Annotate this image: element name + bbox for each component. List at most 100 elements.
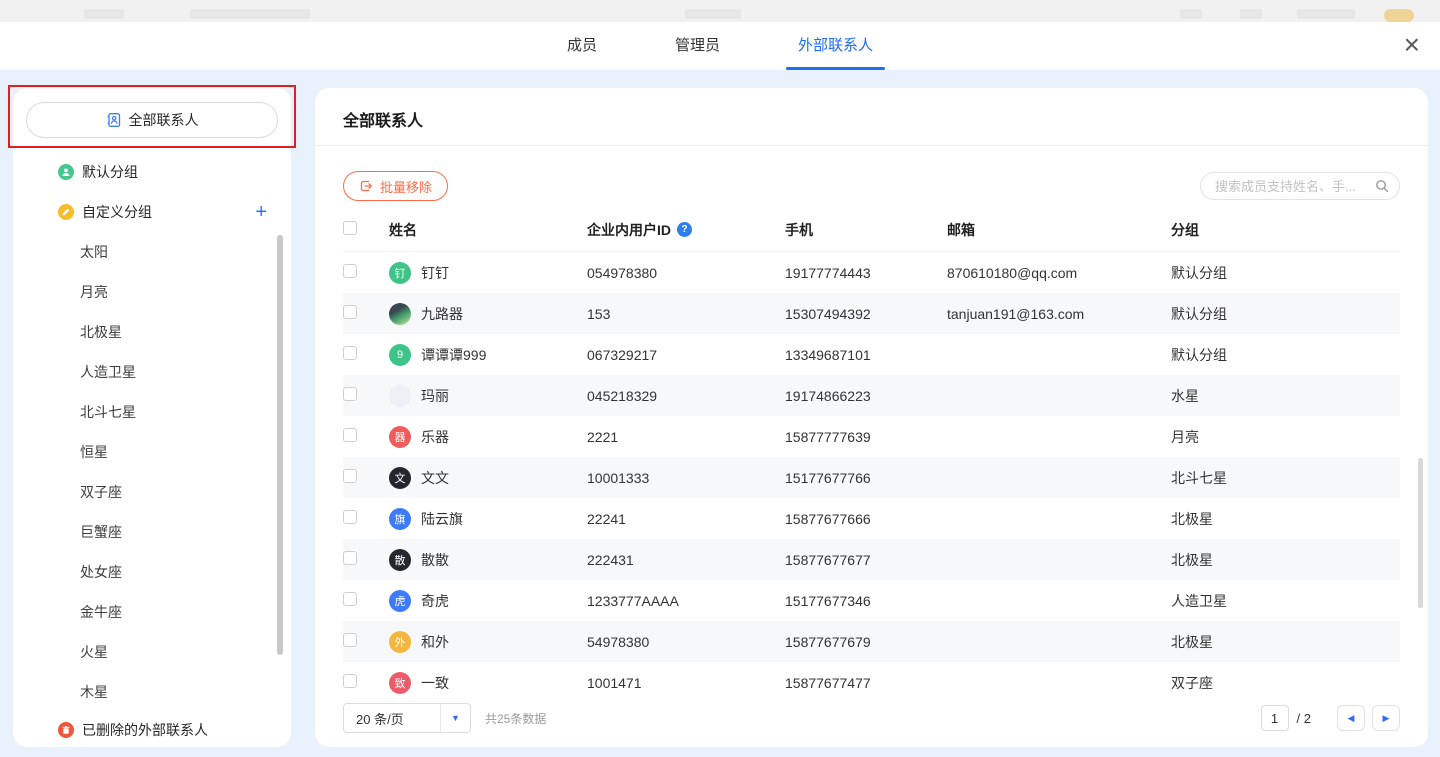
row-checkbox[interactable] [343, 510, 357, 524]
row-checkbox[interactable] [343, 674, 357, 688]
page-behind-remnant [190, 9, 310, 19]
contact-id: 222431 [587, 552, 785, 568]
close-icon[interactable]: × [1404, 30, 1420, 60]
row-checkbox[interactable] [343, 633, 357, 647]
sidebar-item-label: 已删除的外部联系人 [82, 720, 208, 740]
sidebar-group-item[interactable]: 恒星 [13, 432, 291, 472]
contact-email: 870610180@qq.com [947, 265, 1171, 281]
avatar: 9 [389, 344, 411, 366]
page-size-value: 20 条/页 [344, 709, 440, 728]
trash-icon [58, 722, 74, 738]
contact-group: 水星 [1171, 386, 1400, 406]
person-icon [58, 164, 74, 180]
next-page-button[interactable]: ▶ [1372, 705, 1400, 731]
contact-group: 北斗七星 [1171, 468, 1400, 488]
col-header-id: 企业内用户ID [587, 220, 671, 240]
contact-group: 月亮 [1171, 427, 1400, 447]
contact-phone: 19177774443 [785, 265, 947, 281]
row-checkbox[interactable] [343, 469, 357, 483]
avatar: 致 [389, 672, 411, 694]
contact-id: 2221 [587, 429, 785, 445]
contact-name: 九路器 [421, 304, 463, 324]
add-group-button[interactable]: + [255, 202, 267, 222]
contact-phone: 15877677679 [785, 634, 947, 650]
sidebar-group-item[interactable]: 北斗七星 [13, 392, 291, 432]
col-header-email: 邮箱 [947, 220, 1171, 240]
table-row: 外 和外 54978380 15877677679 北极星 [343, 621, 1400, 662]
select-all-checkbox[interactable] [343, 221, 357, 235]
contact-name: 陆云旗 [421, 509, 463, 529]
sidebar-group-item[interactable]: 月亮 [13, 272, 291, 312]
contact-phone: 15877677677 [785, 552, 947, 568]
group-list: 太阳月亮北极星人造卫星北斗七星恒星双子座巨蟹座处女座金牛座火星木星 [13, 232, 291, 712]
contact-id: 54978380 [587, 634, 785, 650]
row-checkbox[interactable] [343, 428, 357, 442]
page-behind-remnant [685, 9, 741, 19]
sidebar-group-item[interactable]: 双子座 [13, 472, 291, 512]
avatar [389, 303, 411, 325]
all-contacts-button[interactable]: 全部联系人 [26, 102, 278, 138]
contact-name: 奇虎 [421, 591, 449, 611]
contact-id: 1233777AAAA [587, 593, 785, 609]
tab-external-contacts[interactable]: 外部联系人 [798, 22, 873, 70]
total-count-label: 共25条数据 [485, 710, 546, 727]
contact-id: 1001471 [587, 675, 785, 691]
tab-admins[interactable]: 管理员 [675, 22, 720, 70]
table-row: 散 散散 222431 15877677677 北极星 [343, 539, 1400, 580]
contact-phone: 19174866223 [785, 388, 947, 404]
toolbar: 批量移除 [315, 146, 1428, 208]
col-header-phone: 手机 [785, 220, 947, 240]
help-question-icon[interactable]: ? [677, 222, 692, 237]
groups-sidebar: 全部联系人 默认分组 自定义分组 + 太阳月亮北极星人造卫星北斗七星恒星双子座巨… [13, 88, 291, 747]
table-row: 虎 奇虎 1233777AAAA 15177677346 人造卫星 [343, 580, 1400, 621]
avatar: 器 [389, 426, 411, 448]
sidebar-group-item[interactable]: 北极星 [13, 312, 291, 352]
arrow-left-icon: ◀ [1348, 713, 1355, 724]
sidebar-item-deleted-contacts[interactable]: 已删除的外部联系人 [13, 712, 291, 748]
modal-content: 全部联系人 默认分组 自定义分组 + 太阳月亮北极星人造卫星北斗七星恒星双子座巨… [0, 70, 1440, 757]
page-size-select[interactable]: 20 条/页 ▼ [343, 703, 471, 733]
contact-name: 散散 [421, 550, 449, 570]
sidebar-group-item[interactable]: 处女座 [13, 552, 291, 592]
sidebar-group-item[interactable]: 巨蟹座 [13, 512, 291, 552]
sidebar-item-custom-group[interactable]: 自定义分组 + [13, 192, 291, 232]
background-page-strip [0, 0, 1440, 22]
contact-group: 北极星 [1171, 509, 1400, 529]
table-row: 九路器 153 15307494392 tanjuan191@163.com 默… [343, 293, 1400, 334]
table-row: 钉 钉钉 054978380 19177774443 870610180@qq.… [343, 252, 1400, 293]
table-scrollbar[interactable] [1418, 458, 1423, 608]
avatar: 虎 [389, 590, 411, 612]
sidebar-group-item[interactable]: 火星 [13, 632, 291, 672]
contact-phone: 15307494392 [785, 306, 947, 322]
row-checkbox[interactable] [343, 592, 357, 606]
table-footer: 20 条/页 ▼ 共25条数据 1 / 2 ◀ ▶ [315, 703, 1428, 747]
sidebar-item-label: 自定义分组 [82, 202, 152, 222]
tab-members[interactable]: 成员 [567, 22, 597, 70]
contact-group: 人造卫星 [1171, 591, 1400, 611]
contact-id: 045218329 [587, 388, 785, 404]
search-input[interactable] [1200, 172, 1400, 200]
sidebar-group-item[interactable]: 木星 [13, 672, 291, 712]
sidebar-group-item[interactable]: 太阳 [13, 232, 291, 272]
batch-remove-button[interactable]: 批量移除 [343, 171, 448, 201]
contact-group: 默认分组 [1171, 263, 1400, 283]
page-behind-remnant [1180, 9, 1202, 19]
search-box [1200, 172, 1400, 200]
row-checkbox[interactable] [343, 346, 357, 360]
sidebar-group-item[interactable]: 人造卫星 [13, 352, 291, 392]
sidebar-group-item[interactable]: 金牛座 [13, 592, 291, 632]
row-checkbox[interactable] [343, 305, 357, 319]
prev-page-button[interactable]: ◀ [1337, 705, 1365, 731]
contact-name: 谭谭谭999 [421, 345, 486, 365]
row-checkbox[interactable] [343, 264, 357, 278]
row-checkbox[interactable] [343, 551, 357, 565]
page-total-label: / 2 [1297, 711, 1311, 726]
sidebar-item-default-group[interactable]: 默认分组 [13, 152, 291, 192]
row-checkbox[interactable] [343, 387, 357, 401]
page-number-input[interactable]: 1 [1261, 705, 1289, 731]
contact-book-icon [106, 112, 122, 128]
contact-id: 054978380 [587, 265, 785, 281]
search-icon[interactable] [1374, 178, 1390, 194]
sidebar-scrollbar[interactable] [277, 235, 283, 655]
pencil-icon [58, 204, 74, 220]
